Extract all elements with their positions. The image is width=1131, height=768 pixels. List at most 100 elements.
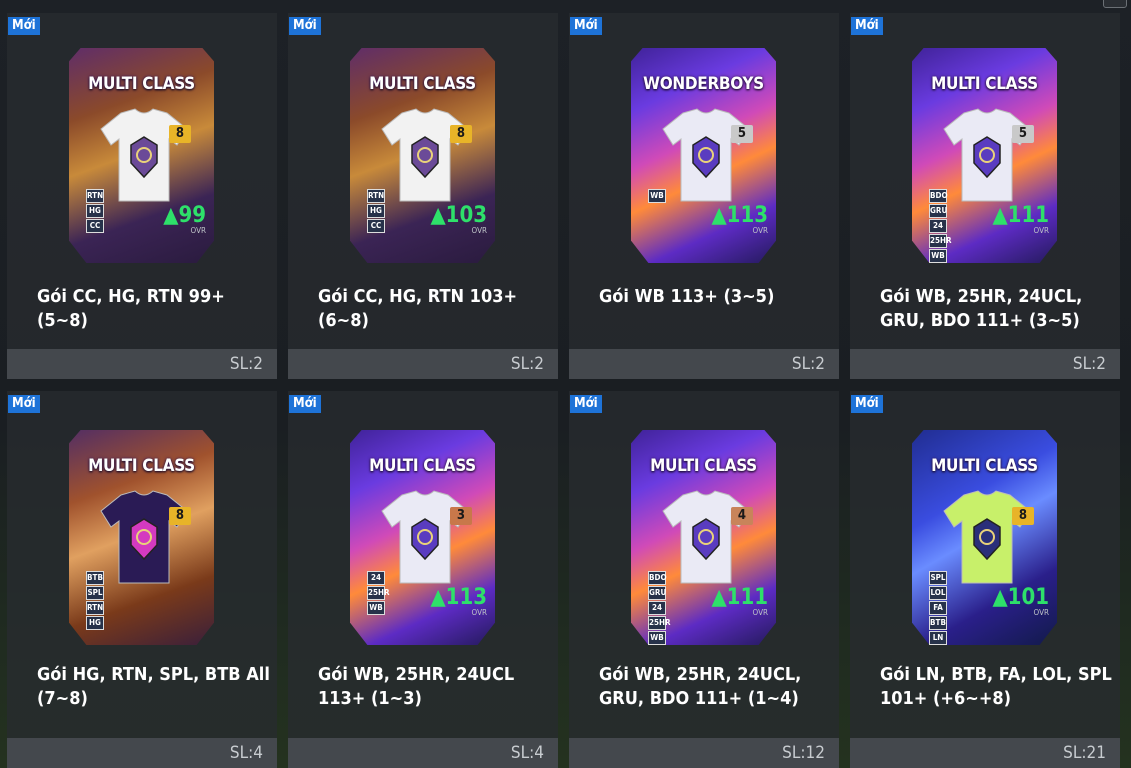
pack-footer: SL:2: [7, 349, 277, 379]
card-banner: MULTI CLASS: [931, 74, 1038, 94]
pack-card-art: WONDERBOYS 5 WB ▲113 OVR: [631, 39, 776, 263]
position-tags: WB: [648, 189, 666, 203]
pack-tile[interactable]: Mới MULTI CLASS 4 BDO GRU 24 25HR WB ▲111 OV…: [569, 391, 839, 768]
pack-quantity: SL:4: [510, 743, 544, 763]
pack-tile[interactable]: Mới MULTI CLASS 8 RTN HG CC ▲99 OVR Gói CC…: [7, 13, 277, 379]
jersey-image: [662, 108, 750, 202]
card-banner: MULTI CLASS: [931, 456, 1038, 476]
jersey-image: [662, 490, 750, 584]
ovr-rating: ▲111 OVR: [711, 585, 768, 617]
new-badge: Mới: [851, 395, 883, 413]
ovr-rating: ▲103 OVR: [430, 203, 487, 235]
ovr-rating: ▲111 OVR: [992, 203, 1049, 235]
tier-badge: 3: [450, 507, 472, 525]
ovr-up-icon: ▲: [992, 585, 1008, 610]
card-banner: MULTI CLASS: [650, 456, 757, 476]
jersey-image: [381, 108, 469, 202]
ovr-up-icon: ▲: [430, 203, 446, 228]
top-right-button[interactable]: [1103, 0, 1127, 8]
pack-quantity: SL:21: [1063, 743, 1106, 763]
pack-tile[interactable]: Mới MULTI CLASS 8 RTN HG CC ▲103 OVR Gói C…: [288, 13, 558, 379]
ovr-rating: ▲99 OVR: [163, 203, 206, 235]
position-tag: 24: [367, 571, 385, 585]
position-tags: RTN HG CC: [367, 189, 385, 233]
position-tags: BDO GRU 24 25HR WB: [648, 571, 671, 645]
position-tag: HG: [367, 204, 385, 218]
pack-quantity: SL:12: [782, 743, 825, 763]
pack-tile[interactable]: Mới MULTI CLASS 8 BTB SPL RTN HG Gói HG, RT…: [7, 391, 277, 768]
card-banner: MULTI CLASS: [88, 456, 195, 476]
position-tags: RTN HG CC: [86, 189, 104, 233]
jersey-image: [943, 108, 1031, 202]
position-tag: 25HR: [367, 586, 390, 600]
tier-badge: 8: [169, 125, 191, 143]
pack-card-art: MULTI CLASS 8 RTN HG CC ▲99 OVR: [69, 39, 214, 263]
pack-footer: SL:21: [850, 738, 1120, 768]
position-tag: FA: [929, 601, 947, 615]
position-tag: BTB: [86, 571, 104, 585]
pack-footer: SL:4: [288, 738, 558, 768]
position-tags: BTB SPL RTN HG: [86, 571, 104, 630]
pack-card-art: MULTI CLASS 8 SPL LOL FA BTB LN ▲101 OVR: [912, 421, 1057, 645]
new-badge: Mới: [8, 395, 40, 413]
position-tag: RTN: [86, 189, 104, 203]
tier-badge: 5: [1012, 125, 1034, 143]
position-tag: RTN: [367, 189, 385, 203]
position-tag: GRU: [929, 204, 947, 218]
tier-badge: 8: [169, 507, 191, 525]
pack-card-art: MULTI CLASS 3 24 25HR WB ▲113 OVR: [350, 421, 495, 645]
position-tag: WB: [929, 249, 947, 263]
pack-tile[interactable]: Mới WONDERBOYS 5 WB ▲113 OVR Gói WB 113+…: [569, 13, 839, 379]
pack-quantity: SL:4: [229, 743, 263, 763]
top-bar: [0, 0, 1131, 8]
pack-tile[interactable]: Mới MULTI CLASS 3 24 25HR WB ▲113 OVR Gói …: [288, 391, 558, 768]
position-tag: BDO: [929, 189, 948, 203]
new-badge: Mới: [851, 17, 883, 35]
pack-title: Gói WB, 25HR, 24UCL 113+ (1~3): [318, 664, 515, 709]
card-banner: MULTI CLASS: [369, 456, 476, 476]
position-tag: BTB: [929, 616, 947, 630]
pack-card-art: MULTI CLASS 8 RTN HG CC ▲103 OVR: [350, 39, 495, 263]
pack-grid: Mới MULTI CLASS 8 RTN HG CC ▲99 OVR Gói CC…: [7, 13, 1120, 768]
tier-badge: 4: [731, 507, 753, 525]
jersey-image: [381, 490, 469, 584]
position-tag: 24: [648, 601, 666, 615]
pack-footer: SL:4: [7, 738, 277, 768]
position-tag: WB: [648, 631, 666, 645]
ovr-up-icon: ▲: [992, 203, 1008, 228]
position-tag: 25HR: [648, 616, 671, 630]
tier-badge: 5: [731, 125, 753, 143]
position-tag: BDO: [648, 571, 667, 585]
ovr-rating: ▲101 OVR: [992, 585, 1049, 617]
new-badge: Mới: [289, 17, 321, 35]
position-tag: LOL: [929, 586, 947, 600]
pack-card-art: MULTI CLASS 8 BTB SPL RTN HG: [69, 421, 214, 645]
pack-footer: SL:2: [288, 349, 558, 379]
pack-footer: SL:12: [569, 738, 839, 768]
card-banner: MULTI CLASS: [88, 74, 195, 94]
position-tags: SPL LOL FA BTB LN: [929, 571, 947, 645]
position-tag: 24: [929, 219, 947, 233]
pack-quantity: SL:2: [510, 354, 544, 374]
pack-footer: SL:2: [569, 349, 839, 379]
new-badge: Mới: [289, 395, 321, 413]
pack-card-art: MULTI CLASS 5 BDO GRU 24 25HR WB ▲111 OVR: [912, 39, 1057, 263]
pack-quantity: SL:2: [1072, 354, 1106, 374]
position-tag: SPL: [86, 586, 104, 600]
position-tag: HG: [86, 204, 104, 218]
pack-title: Gói WB, 25HR, 24UCL, GRU, BDO 111+ (1~4): [599, 664, 802, 709]
position-tags: BDO GRU 24 25HR WB: [929, 189, 952, 263]
pack-title: Gói HG, RTN, SPL, BTB All (7~8): [37, 664, 270, 709]
position-tag: RTN: [86, 601, 104, 615]
position-tag: CC: [86, 219, 104, 233]
new-badge: Mới: [570, 17, 602, 35]
position-tag: GRU: [648, 586, 666, 600]
pack-tile[interactable]: Mới MULTI CLASS 8 SPL LOL FA BTB LN ▲101 OVR…: [850, 391, 1120, 768]
ovr-rating: ▲113 OVR: [711, 203, 768, 235]
position-tags: 24 25HR WB: [367, 571, 390, 615]
pack-footer: SL:2: [850, 349, 1120, 379]
pack-quantity: SL:2: [791, 354, 825, 374]
card-banner: WONDERBOYS: [643, 74, 764, 94]
pack-tile[interactable]: Mới MULTI CLASS 5 BDO GRU 24 25HR WB ▲111 OV…: [850, 13, 1120, 379]
ovr-up-icon: ▲: [711, 585, 727, 610]
